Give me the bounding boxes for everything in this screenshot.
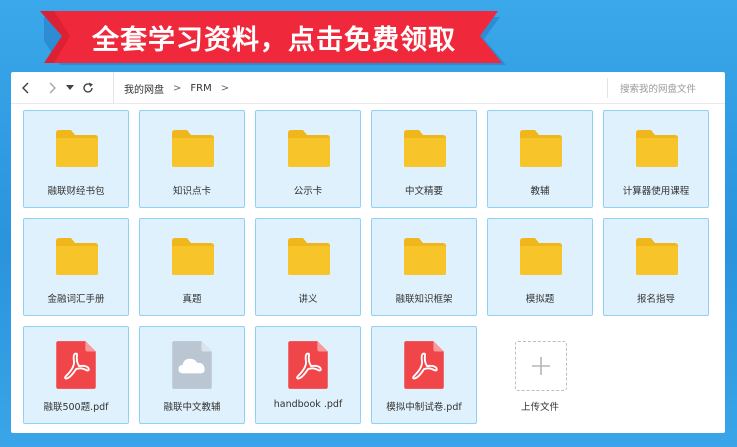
folder-icon xyxy=(172,238,214,275)
breadcrumb: 我的网盘 > FRM > xyxy=(113,72,229,104)
back-button[interactable] xyxy=(17,78,35,98)
item-label: 报名指导 xyxy=(636,294,675,305)
refresh-button[interactable] xyxy=(79,78,97,98)
item-label: 公示卡 xyxy=(293,186,323,197)
navigation-bar: 我的网盘 > FRM > 搜索我的网盘文件 xyxy=(11,72,725,104)
banner-text: 全套学习资料，点击免费领取 xyxy=(92,24,456,56)
file-item[interactable]: 模拟中制试卷.pdf xyxy=(371,326,477,424)
folder-icon xyxy=(636,238,678,275)
plus-icon xyxy=(532,357,550,375)
folder-icon xyxy=(288,238,330,275)
folder-item[interactable]: 真题 xyxy=(139,218,245,316)
folder-item[interactable]: 公示卡 xyxy=(255,110,361,208)
folder-icon xyxy=(172,130,214,167)
item-label: 模拟题 xyxy=(525,294,555,305)
breadcrumb-root[interactable]: 我的网盘 xyxy=(124,81,164,96)
folder-item[interactable]: 金融词汇手册 xyxy=(23,218,129,316)
folder-item[interactable]: 计算器使用课程 xyxy=(603,110,709,208)
folder-item[interactable]: 融联财经书包 xyxy=(23,110,129,208)
folder-icon xyxy=(56,238,98,275)
item-label: handbook .pdf xyxy=(273,399,343,410)
folder-item[interactable]: 模拟题 xyxy=(487,218,593,316)
folder-icon xyxy=(520,238,562,275)
forward-button[interactable] xyxy=(43,78,61,98)
folder-item[interactable]: 讲义 xyxy=(255,218,361,316)
refresh-icon xyxy=(83,82,93,93)
folder-icon xyxy=(288,130,330,167)
item-label: 计算器使用课程 xyxy=(622,186,690,197)
file-item[interactable]: handbook .pdf xyxy=(255,326,361,424)
breadcrumb-separator: > xyxy=(220,82,230,94)
breadcrumb-current[interactable]: FRM xyxy=(190,83,211,94)
folder-icon xyxy=(404,130,446,167)
caret-down-icon xyxy=(66,85,74,90)
item-label: 模拟中制试卷.pdf xyxy=(386,402,462,413)
folder-item[interactable]: 报名指导 xyxy=(603,218,709,316)
folder-item[interactable]: 融联知识框架 xyxy=(371,218,477,316)
folder-icon xyxy=(520,130,562,167)
folder-item[interactable]: 中文精要 xyxy=(371,110,477,208)
folder-item[interactable]: 知识点卡 xyxy=(139,110,245,208)
chevron-left-icon xyxy=(22,82,29,94)
promo-banner[interactable]: 全套学习资料，点击免费领取 xyxy=(40,5,508,69)
folder-icon xyxy=(56,130,98,167)
item-label: 融联财经书包 xyxy=(47,186,105,197)
history-dropdown-button[interactable] xyxy=(63,78,77,98)
item-label: 融联中文教辅 xyxy=(163,402,221,413)
breadcrumb-separator: > xyxy=(173,82,182,94)
item-label: 融联500题.pdf xyxy=(43,402,109,413)
folder-icon xyxy=(404,238,446,275)
file-item[interactable]: 融联500题.pdf xyxy=(23,326,129,424)
folder-icon xyxy=(636,130,678,167)
item-label: 上传文件 xyxy=(520,402,559,413)
item-label: 知识点卡 xyxy=(172,186,211,197)
pdf-file-icon xyxy=(288,341,328,389)
file-manager-window: 我的网盘 > FRM > 搜索我的网盘文件 融联财经书包 知识点卡 公示卡 中文精要 教… xyxy=(11,72,725,433)
pdf-file-icon xyxy=(56,341,96,389)
file-item[interactable]: 融联中文教辅 xyxy=(139,326,245,424)
cloud-file-icon xyxy=(172,341,212,389)
pdf-file-icon xyxy=(404,341,444,389)
folder-item[interactable]: 教辅 xyxy=(487,110,593,208)
upload-dropzone[interactable] xyxy=(515,341,567,391)
item-label: 中文精要 xyxy=(404,186,443,197)
item-label: 教辅 xyxy=(530,186,550,197)
item-label: 融联知识框架 xyxy=(395,294,453,305)
chevron-right-icon xyxy=(49,82,56,94)
item-label: 金融词汇手册 xyxy=(47,294,105,305)
upload-file-tile[interactable]: 上传文件 xyxy=(487,326,593,424)
search-input[interactable]: 搜索我的网盘文件 xyxy=(607,78,719,98)
item-label: 真题 xyxy=(182,294,202,305)
item-label: 讲义 xyxy=(298,294,318,305)
